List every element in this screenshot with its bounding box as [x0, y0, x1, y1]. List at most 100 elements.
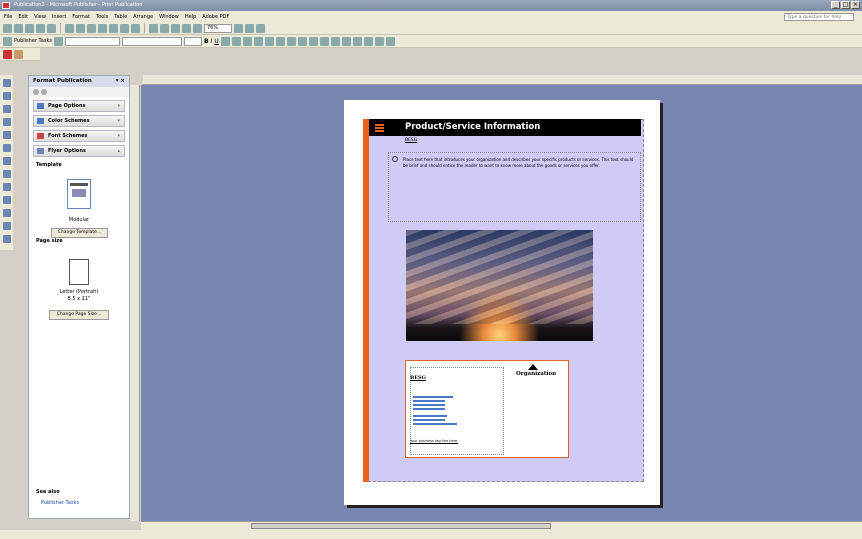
- print-preview-icon[interactable]: [47, 23, 56, 33]
- convert-to-pdf-icon[interactable]: [3, 49, 12, 59]
- menu-adobe-pdf[interactable]: Adobe PDF: [202, 14, 229, 20]
- line-color-icon[interactable]: [319, 36, 329, 46]
- close-button[interactable]: ×: [851, 1, 860, 9]
- design-gallery-icon[interactable]: [2, 222, 11, 230]
- select-objects-icon[interactable]: [2, 79, 11, 87]
- business-tagline[interactable]: Your business tag line here.: [410, 439, 458, 443]
- redo-icon[interactable]: [131, 23, 140, 33]
- intro-text-box[interactable]: Place text here that introduces your org…: [388, 152, 641, 222]
- flyer-options-section[interactable]: Flyer Options ▴: [33, 145, 125, 157]
- arrow-style-icon[interactable]: [363, 36, 373, 46]
- font-schemes-section[interactable]: Font Schemes ▾: [33, 130, 125, 142]
- flyer-subhead[interactable]: BESG: [405, 138, 417, 143]
- horizontal-ruler[interactable]: [143, 75, 862, 85]
- print-icon[interactable]: [36, 23, 45, 33]
- back-icon[interactable]: [33, 89, 39, 95]
- menu-edit[interactable]: Edit: [18, 14, 28, 20]
- bold-button[interactable]: B: [204, 38, 209, 45]
- vertical-ruler[interactable]: [130, 85, 140, 521]
- align-left-icon[interactable]: [220, 36, 230, 46]
- styles-icon[interactable]: [53, 36, 63, 46]
- contact-info-box[interactable]: BESG Your business tag line here. Organi…: [405, 360, 569, 458]
- increase-indent-icon[interactable]: [297, 36, 307, 46]
- send-to-back-icon[interactable]: [160, 23, 169, 33]
- special-characters-icon[interactable]: [193, 23, 202, 33]
- menu-table[interactable]: Table: [114, 14, 127, 20]
- publisher-tasks-link[interactable]: Publisher Tasks: [41, 500, 79, 506]
- menu-tools[interactable]: Tools: [96, 14, 108, 20]
- organization-name[interactable]: Organization: [516, 371, 556, 377]
- autoshapes-icon[interactable]: [2, 196, 11, 204]
- page-options-section[interactable]: Page Options ▾: [33, 100, 125, 112]
- page-size-thumbnail[interactable]: [69, 259, 89, 285]
- minimize-button[interactable]: _: [831, 1, 840, 9]
- bring-to-front-icon[interactable]: [149, 23, 158, 33]
- rectangle-icon[interactable]: [2, 183, 11, 191]
- dash-style-icon[interactable]: [352, 36, 362, 46]
- hot-spot-icon[interactable]: [2, 209, 11, 217]
- paste-icon[interactable]: [98, 23, 107, 33]
- fill-color-icon[interactable]: [308, 36, 318, 46]
- publication-page[interactable]: Product/Service Information BESG Place t…: [344, 100, 660, 505]
- sunset-photo[interactable]: [406, 230, 593, 341]
- italic-button[interactable]: I: [211, 38, 213, 45]
- copy-icon[interactable]: [87, 23, 96, 33]
- insert-table-icon[interactable]: [2, 105, 11, 113]
- picture-frame-icon[interactable]: [2, 131, 11, 139]
- 3d-style-icon[interactable]: [385, 36, 395, 46]
- menu-file[interactable]: File: [4, 14, 12, 20]
- format-painter-icon[interactable]: [109, 23, 118, 33]
- style-select[interactable]: [64, 36, 120, 46]
- color-schemes-section[interactable]: Color Schemes ▾: [33, 115, 125, 127]
- zoom-select[interactable]: 76%: [204, 23, 232, 33]
- underline-button[interactable]: U: [214, 38, 218, 45]
- publisher-tasks-button[interactable]: Publisher Tasks: [14, 38, 52, 44]
- publisher-app-icon[interactable]: [2, 2, 10, 9]
- numbering-icon[interactable]: [264, 36, 274, 46]
- line-style-icon[interactable]: [341, 36, 351, 46]
- zoom-out-icon[interactable]: [234, 23, 243, 33]
- decrease-indent-icon[interactable]: [286, 36, 296, 46]
- menu-format[interactable]: Format: [72, 14, 90, 20]
- horizontal-scrollbar[interactable]: [141, 521, 862, 530]
- template-thumbnail[interactable]: [67, 179, 91, 209]
- task-pane-close-icon[interactable]: ▾ ×: [116, 76, 125, 87]
- open-icon[interactable]: [14, 23, 23, 33]
- arrow-icon[interactable]: [2, 157, 11, 165]
- bullets-icon[interactable]: [275, 36, 285, 46]
- font-color-icon[interactable]: [330, 36, 340, 46]
- text-box-icon[interactable]: [2, 92, 11, 100]
- convert-and-email-icon[interactable]: [14, 49, 23, 59]
- ask-question-input[interactable]: Type a question for help: [784, 12, 854, 21]
- new-icon[interactable]: [3, 23, 12, 33]
- cut-icon[interactable]: [76, 23, 85, 33]
- menu-view[interactable]: View: [34, 14, 46, 20]
- font-select[interactable]: [121, 36, 182, 46]
- align-center-icon[interactable]: [231, 36, 241, 46]
- justify-icon[interactable]: [253, 36, 263, 46]
- columns-icon[interactable]: [182, 23, 191, 33]
- workspace-canvas[interactable]: Product/Service Information BESG Place t…: [141, 85, 862, 521]
- spelling-icon[interactable]: [65, 23, 74, 33]
- change-template-button[interactable]: Change Template...: [51, 228, 108, 238]
- business-name[interactable]: BESG: [410, 375, 426, 381]
- save-icon[interactable]: [25, 23, 34, 33]
- scrollbar-thumb[interactable]: [251, 523, 551, 529]
- oval-icon[interactable]: [2, 170, 11, 178]
- line-icon[interactable]: [2, 144, 11, 152]
- zoom-in-icon[interactable]: [245, 23, 254, 33]
- maximize-button[interactable]: □: [841, 1, 850, 9]
- menu-insert[interactable]: Insert: [52, 14, 66, 20]
- menu-window[interactable]: Window: [159, 14, 179, 20]
- font-size-select[interactable]: [183, 36, 202, 46]
- menu-arrange[interactable]: Arrange: [133, 14, 153, 20]
- flyer-title[interactable]: Product/Service Information: [405, 122, 540, 132]
- task-pane-icon[interactable]: [3, 36, 12, 46]
- undo-icon[interactable]: [120, 23, 129, 33]
- change-page-size-button[interactable]: Change Page Size...: [49, 310, 109, 320]
- flyer-header[interactable]: Product/Service Information: [369, 119, 641, 136]
- help-icon[interactable]: [256, 23, 265, 33]
- menu-help[interactable]: Help: [185, 14, 196, 20]
- wordart-icon[interactable]: [2, 118, 11, 126]
- insert-hyperlink-icon[interactable]: [171, 23, 180, 33]
